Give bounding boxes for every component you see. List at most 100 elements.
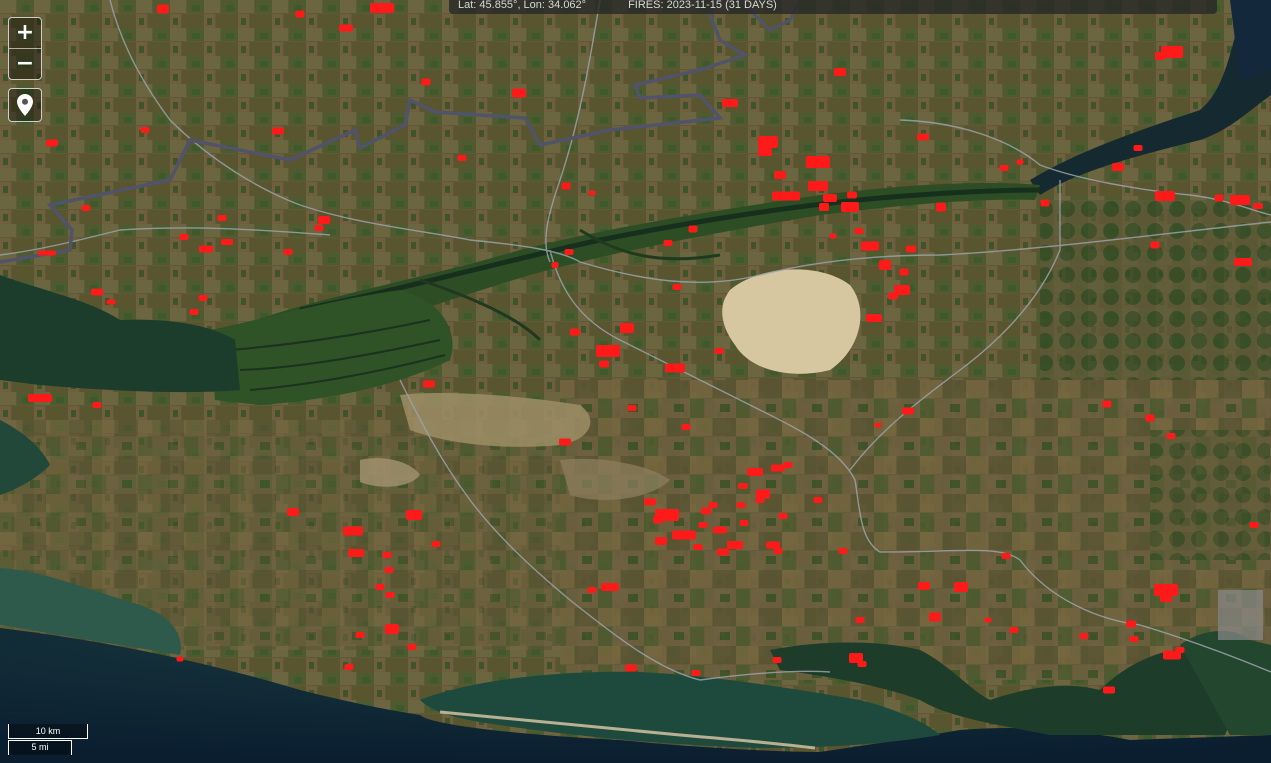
fire-hotspot[interactable] [179,234,189,240]
fire-hotspot[interactable] [46,139,58,147]
fire-hotspot[interactable] [857,661,867,667]
fire-hotspot[interactable] [157,4,169,14]
fire-hotspot[interactable] [819,203,829,211]
fire-hotspot[interactable] [778,513,788,519]
fire-hotspot[interactable] [736,502,746,508]
fire-hotspot[interactable] [906,245,916,253]
fire-hotspot[interactable] [681,424,691,430]
fire-hotspot[interactable] [1103,686,1115,694]
fire-hotspot[interactable] [559,438,571,446]
fire-hotspot[interactable] [813,497,823,503]
fire-hotspot[interactable] [339,24,353,32]
fire-hotspot[interactable] [176,656,184,662]
fire-hotspot[interactable] [1079,633,1089,639]
fire-hotspot[interactable] [140,127,150,133]
fire-hotspot[interactable] [714,348,724,354]
fire-hotspot[interactable] [783,462,793,468]
fire-hotspot[interactable] [758,148,772,156]
fire-hotspot[interactable] [221,239,233,245]
fire-hotspot[interactable] [272,127,284,135]
fire-hotspot[interactable] [747,468,763,476]
fire-hotspot[interactable] [28,394,52,402]
fire-hotspot[interactable] [38,250,56,256]
fire-hotspot[interactable] [808,181,828,191]
fire-hotspot[interactable] [91,288,103,296]
fire-hotspot[interactable] [1129,636,1139,642]
fire-hotspot[interactable] [343,526,363,536]
fire-hotspot[interactable] [766,541,780,549]
fire-hotspot[interactable] [879,260,891,270]
fire-hotspot[interactable] [1249,522,1259,528]
fire-hotspot[interactable] [861,241,879,251]
fire-hotspot[interactable] [421,78,431,86]
fire-hotspot[interactable] [727,541,743,549]
fire-hotspot[interactable] [691,670,701,676]
fire-hotspot[interactable] [954,582,968,592]
fire-hotspot[interactable] [1253,203,1263,209]
fire-hotspot[interactable] [644,498,656,506]
fire-hotspot[interactable] [596,345,620,357]
fire-hotspot[interactable] [564,249,574,255]
fire-hotspot[interactable] [663,240,673,246]
fire-hotspot[interactable] [838,548,848,554]
zoom-out-button[interactable]: − [9,48,41,79]
fire-hotspot[interactable] [106,299,116,305]
fire-hotspot[interactable] [834,68,846,76]
fire-hotspot[interactable] [854,228,864,234]
fire-hotspot[interactable] [1155,191,1175,201]
fire-hotspot[interactable] [92,402,102,408]
fire-hotspot[interactable] [773,548,783,554]
fire-hotspot[interactable] [318,216,330,224]
fire-hotspot[interactable] [599,360,609,368]
fire-hotspot[interactable] [774,171,786,179]
fire-hotspot[interactable] [81,205,91,211]
fire-hotspot[interactable] [688,225,698,233]
fire-hotspot[interactable] [698,522,708,528]
fire-hotspot[interactable] [717,548,729,556]
fire-hotspot[interactable] [936,202,946,212]
fire-hotspot[interactable] [295,10,305,18]
fire-hotspot[interactable] [570,328,580,336]
fire-hotspot[interactable] [561,182,571,190]
fire-hotspot[interactable] [1040,199,1050,207]
fire-hotspot[interactable] [701,507,711,515]
fire-hotspot[interactable] [722,99,738,107]
fire-hotspot[interactable] [1155,52,1165,60]
fire-hotspot[interactable] [406,510,422,520]
fire-hotspot[interactable] [287,508,299,516]
fire-hotspot[interactable] [348,549,364,557]
fire-hotspot[interactable] [1009,627,1019,633]
fire-hotspot[interactable] [189,309,199,315]
fire-hotspot[interactable] [708,502,718,508]
fire-hotspot[interactable] [1160,594,1172,602]
fire-hotspot[interactable] [1126,620,1136,628]
fire-hotspot[interactable] [198,295,208,301]
fire-hotspot[interactable] [1234,258,1252,266]
fire-hotspot[interactable] [375,584,385,590]
fire-hotspot[interactable] [587,587,597,593]
fire-hotspot[interactable] [512,88,526,98]
fire-hotspot[interactable] [627,405,637,411]
fire-hotspot[interactable] [384,567,394,573]
fire-hotspot[interactable] [665,363,685,373]
fire-hotspot[interactable] [1150,241,1160,249]
fire-hotspot[interactable] [888,292,898,300]
fire-hotspot[interactable] [1016,159,1024,165]
fire-hotspot[interactable] [772,657,782,663]
fire-hotspot[interactable] [344,664,354,670]
fire-hotspot[interactable] [755,497,765,503]
fire-hotspot[interactable] [1112,163,1124,171]
fire-hotspot[interactable] [672,530,696,540]
fire-hotspot[interactable] [423,380,435,388]
fire-hotspot[interactable] [902,407,914,415]
fire-hotspot[interactable] [199,245,213,253]
fire-hotspot[interactable] [918,582,930,590]
fire-hotspot[interactable] [385,624,399,634]
fire-hotspot[interactable] [1230,195,1250,205]
fire-hotspot[interactable] [1001,553,1011,559]
fire-hotspot[interactable] [655,537,667,545]
zoom-in-button[interactable]: + [9,18,41,48]
fire-hotspot[interactable] [874,422,882,428]
fire-hotspot[interactable] [431,541,441,547]
fire-hotspot[interactable] [758,136,778,148]
